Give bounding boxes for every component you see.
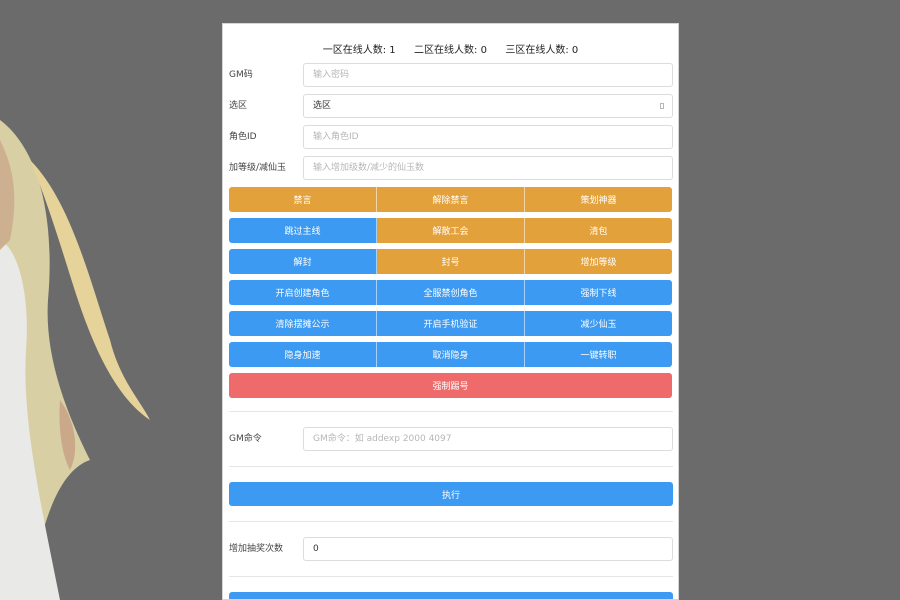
action-row-3: 解封 封号 增加等级 — [229, 249, 672, 274]
zone-select[interactable]: 选区 — [303, 94, 673, 118]
ban-all-create-role-button[interactable]: 全服禁创角色 — [377, 280, 525, 305]
online-counts: 一区在线人数: 1 二区在线人数: 0 三区在线人数: 0 — [223, 41, 678, 56]
role-id-input[interactable] — [303, 125, 673, 149]
action-row-6: 隐身加速 取消隐身 一键转职 — [229, 342, 672, 367]
lottery-row: 增加抽奖次数 — [229, 537, 673, 561]
action-row-4: 开启创建角色 全服禁创角色 强制下线 — [229, 280, 672, 305]
lottery-submit-button[interactable] — [229, 592, 673, 599]
gm-tool-panel: 一区在线人数: 1 二区在线人数: 0 三区在线人数: 0 GM码 选区 选区 … — [222, 23, 679, 600]
zone-row: 选区 选区 — [229, 94, 673, 118]
background-character-image — [0, 120, 150, 600]
unmute-button[interactable]: 解除禁言 — [377, 187, 525, 212]
ban-account-button[interactable]: 封号 — [377, 249, 525, 274]
unseal-button[interactable]: 解封 — [229, 249, 377, 274]
force-offline-button[interactable]: 强制下线 — [525, 280, 672, 305]
reduce-jade-button[interactable]: 减少仙玉 — [525, 311, 672, 336]
gm-code-input[interactable] — [303, 63, 673, 87]
clear-stall-notice-button[interactable]: 清除摆摊公示 — [229, 311, 377, 336]
lottery-label: 增加抽奖次数 — [229, 544, 284, 554]
clear-bag-button[interactable]: 清包 — [525, 218, 672, 243]
zone3-online-label: 三区在线人数: — [505, 45, 569, 56]
enable-phone-verify-button[interactable]: 开启手机验证 — [377, 311, 525, 336]
divider — [229, 411, 673, 412]
gm-command-input[interactable] — [303, 427, 673, 451]
gm-code-row: GM码 — [229, 63, 673, 87]
zone-label: 选区 — [229, 101, 248, 111]
mute-button[interactable]: 禁言 — [229, 187, 377, 212]
zone3-online-count: 0 — [571, 45, 579, 56]
zone2-online-label: 二区在线人数: — [414, 45, 478, 56]
gm-code-label: GM码 — [229, 70, 253, 80]
execute-button[interactable]: 执行 — [229, 482, 673, 506]
role-id-label: 角色ID — [229, 132, 257, 142]
action-row-1: 禁言 解除禁言 策划神器 — [229, 187, 672, 212]
lottery-count-input[interactable] — [303, 537, 673, 561]
level-jade-label: 加等级/减仙玉 — [229, 163, 287, 173]
zone1-online-count: 1 — [389, 45, 396, 56]
level-jade-row: 加等级/减仙玉 — [229, 156, 673, 180]
gm-command-label: GM命令 — [229, 434, 262, 444]
divider — [229, 521, 673, 522]
gm-command-row: GM命令 — [229, 427, 673, 451]
cancel-stealth-button[interactable]: 取消隐身 — [377, 342, 525, 367]
divider — [229, 576, 673, 577]
stealth-speedup-button[interactable]: 隐身加速 — [229, 342, 377, 367]
zone1-online-label: 一区在线人数: — [322, 45, 387, 56]
enable-create-role-button[interactable]: 开启创建角色 — [229, 280, 377, 305]
skip-main-quest-button[interactable]: 跳过主线 — [229, 218, 377, 243]
action-row-7: 强制踢号 — [229, 373, 672, 398]
zone2-online-count: 0 — [480, 45, 487, 56]
planner-artifact-button[interactable]: 策划神器 — [525, 187, 672, 212]
zone-select-value: 选区 — [313, 101, 332, 111]
force-kick-button[interactable]: 强制踢号 — [229, 373, 672, 398]
action-row-5: 清除摆摊公示 开启手机验证 减少仙玉 — [229, 311, 672, 336]
level-jade-input[interactable] — [303, 156, 673, 180]
action-row-2: 跳过主线 解散工会 清包 — [229, 218, 672, 243]
one-click-transfer-button[interactable]: 一键转职 — [525, 342, 672, 367]
add-level-button[interactable]: 增加等级 — [525, 249, 672, 274]
select-caret-icon — [660, 103, 664, 109]
role-id-row: 角色ID — [229, 125, 673, 149]
disband-guild-button[interactable]: 解散工会 — [377, 218, 525, 243]
divider — [229, 466, 673, 467]
